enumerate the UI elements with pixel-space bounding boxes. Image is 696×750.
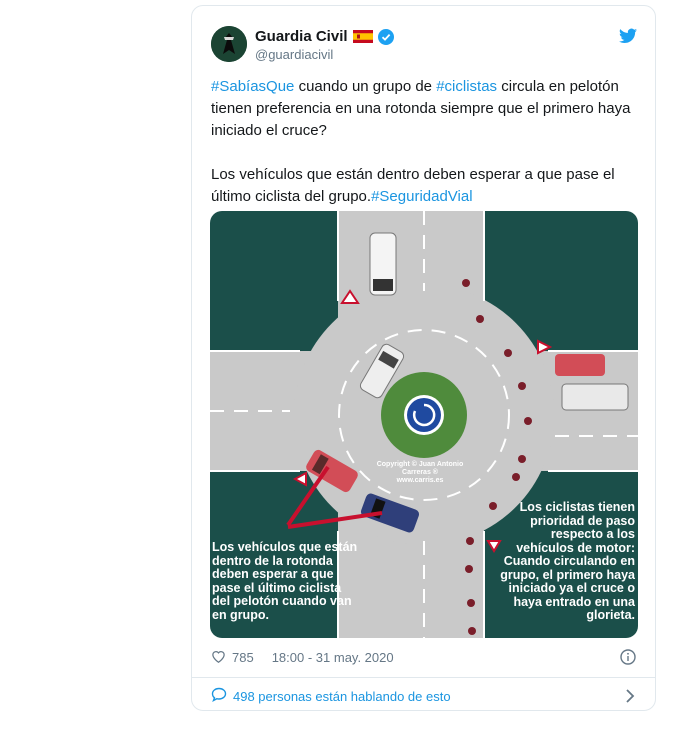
- conversation-link[interactable]: 498 personas están hablando de esto: [211, 687, 451, 705]
- info-icon[interactable]: [620, 649, 636, 665]
- like-count: 785: [232, 650, 254, 665]
- tweet-paragraph-1: #SabíasQue cuando un grupo de #ciclistas…: [211, 76, 641, 142]
- display-name[interactable]: Guardia Civil: [255, 28, 348, 45]
- hashtag-link[interactable]: #SeguridadVial: [371, 188, 472, 205]
- tweet-text-fragment: cuando un grupo de: [294, 78, 437, 95]
- tweet-text: #SabíasQue cuando un grupo de #ciclistas…: [211, 76, 641, 208]
- hashtag-link[interactable]: #ciclistas: [436, 78, 497, 95]
- divider: [192, 677, 655, 678]
- comment-bubble-icon: [211, 687, 227, 705]
- tweet-card: Guardia Civil @guardiacivil #SabíasQue c…: [191, 5, 656, 711]
- guardia-civil-logo-icon: [211, 26, 247, 62]
- chevron-right-icon[interactable]: [625, 688, 635, 704]
- tweet-image[interactable]: Copyright © Juan Antonio Carreras ® www.…: [210, 211, 638, 638]
- copyright-notice: Copyright © Juan Antonio Carreras ® www.…: [365, 461, 475, 485]
- copyright-line: Copyright © Juan Antonio Carreras ®: [376, 461, 464, 476]
- right-caption: Los ciclistas tienen prioridad de paso r…: [500, 500, 635, 622]
- tweet-meta: 785 18:00 - 31 may. 2020: [211, 649, 394, 666]
- timestamp-link[interactable]: 18:00 - 31 may. 2020: [272, 650, 394, 665]
- verified-badge-icon: [377, 28, 394, 45]
- left-caption: Los vehículos que están dentro de la rot…: [212, 540, 358, 622]
- display-name-row: Guardia Civil: [255, 28, 394, 45]
- copyright-url: www.carris.es: [396, 477, 444, 484]
- tweet-paragraph-2: Los vehículos que están dentro deben esp…: [211, 164, 641, 208]
- avatar[interactable]: [211, 26, 247, 62]
- spain-flag-icon: [352, 30, 373, 43]
- user-handle[interactable]: @guardiacivil: [255, 47, 333, 62]
- hashtag-link[interactable]: #SabíasQue: [211, 78, 294, 95]
- heart-icon[interactable]: [211, 649, 226, 666]
- conversation-count: 498 personas están hablando de esto: [233, 688, 451, 704]
- twitter-bird-icon[interactable]: [619, 28, 637, 44]
